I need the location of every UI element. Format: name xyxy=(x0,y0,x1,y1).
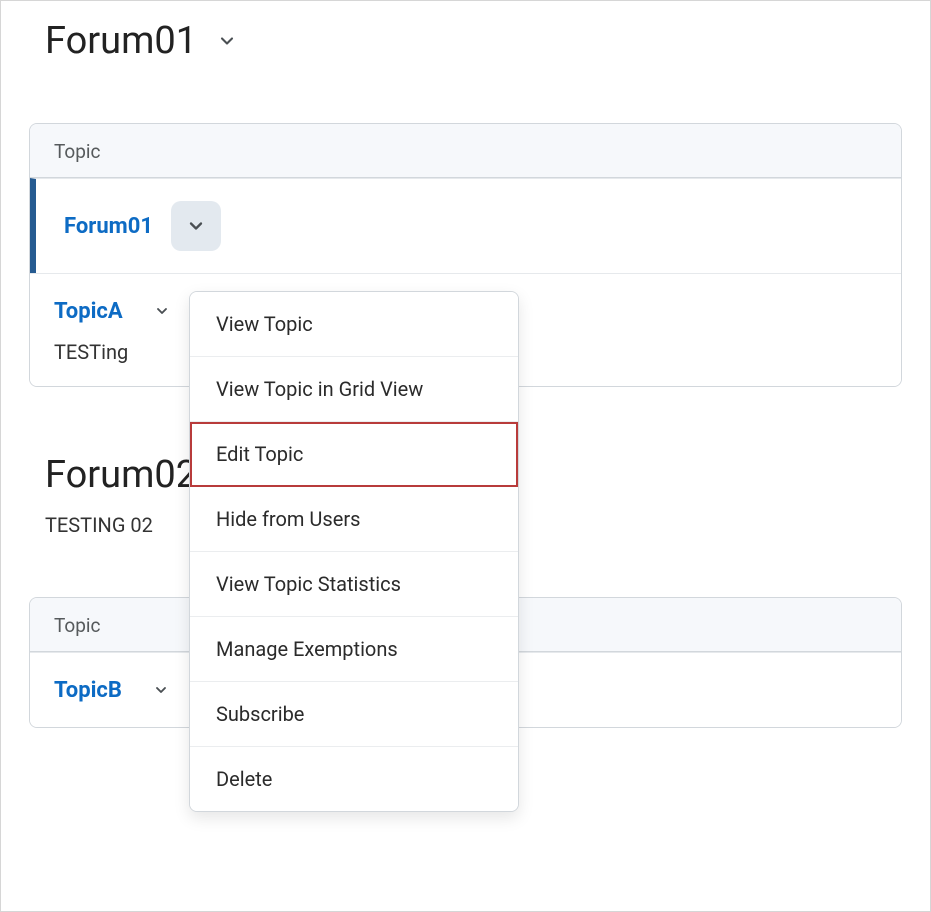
menu-delete[interactable]: Delete xyxy=(190,747,518,811)
forum-header: Forum01 xyxy=(1,19,930,63)
menu-edit-topic[interactable]: Edit Topic xyxy=(190,422,518,487)
topic-actions-button[interactable] xyxy=(171,201,221,251)
topic-link[interactable]: TopicA xyxy=(54,299,123,324)
topic-row-forum01: Forum01 xyxy=(30,178,901,273)
topic-link[interactable]: TopicB xyxy=(54,678,122,703)
menu-hide-from-users[interactable]: Hide from Users xyxy=(190,487,518,552)
forum-title: Forum02 xyxy=(45,453,197,497)
forum-actions-button[interactable] xyxy=(213,27,241,55)
topic-actions-button[interactable] xyxy=(146,675,176,705)
forum-title: Forum01 xyxy=(45,19,197,63)
topic-actions-button[interactable] xyxy=(147,296,177,326)
chevron-down-icon xyxy=(153,682,169,698)
topic-actions-menu: View Topic View Topic in Grid View Edit … xyxy=(189,291,519,812)
topic-column-header: Topic xyxy=(30,124,901,178)
chevron-down-icon xyxy=(154,303,170,319)
topic-link[interactable]: Forum01 xyxy=(64,214,153,239)
menu-manage-exemptions[interactable]: Manage Exemptions xyxy=(190,617,518,682)
chevron-down-icon xyxy=(217,31,237,51)
menu-subscribe[interactable]: Subscribe xyxy=(190,682,518,747)
menu-view-topic[interactable]: View Topic xyxy=(190,292,518,357)
chevron-down-icon xyxy=(186,216,206,236)
menu-view-grid[interactable]: View Topic in Grid View xyxy=(190,357,518,422)
menu-view-statistics[interactable]: View Topic Statistics xyxy=(190,552,518,617)
